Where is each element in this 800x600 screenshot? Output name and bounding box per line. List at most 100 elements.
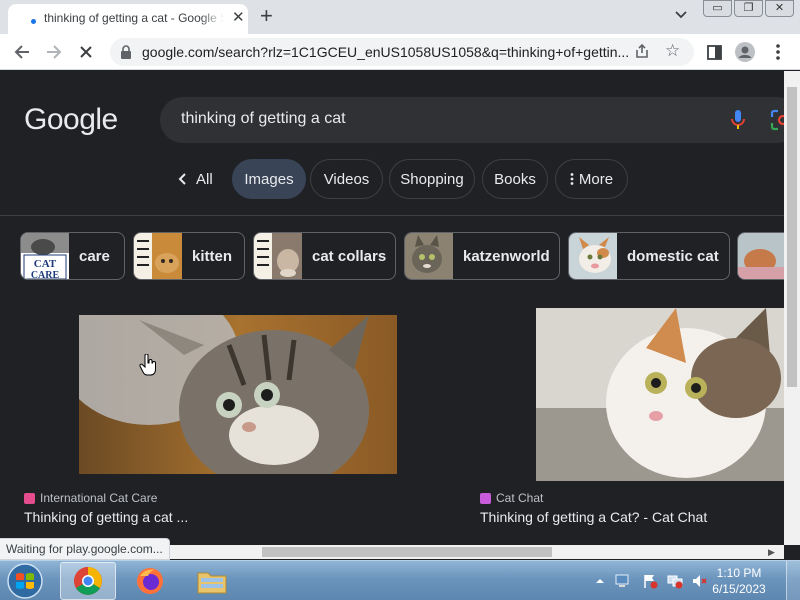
chrome-menu-button[interactable] xyxy=(768,42,788,62)
related-chip-care[interactable]: CAT CARE care xyxy=(20,232,125,280)
firefox-icon xyxy=(137,568,163,594)
tab-title: thinking of getting a cat - Google Searc… xyxy=(44,11,224,25)
tab-shopping-label: Shopping xyxy=(400,170,464,188)
flag-warning-icon xyxy=(644,575,658,589)
svg-text:CARE: CARE xyxy=(31,270,60,280)
stop-button[interactable] xyxy=(76,42,96,62)
kitten-thumbnail xyxy=(134,233,182,279)
hand-cursor-icon xyxy=(139,354,156,376)
tab-more-label: More xyxy=(578,170,614,188)
cat-thumbnail-partial xyxy=(738,233,784,279)
restore-button[interactable]: ❐ xyxy=(734,0,763,17)
google-logo[interactable]: Google xyxy=(24,103,118,137)
google-results-page: Google thinking of getting a cat All Ima… xyxy=(0,71,784,545)
result-source[interactable]: International Cat Care xyxy=(24,491,157,505)
search-input[interactable]: thinking of getting a cat xyxy=(181,110,346,128)
related-chip-kitten[interactable]: kitten xyxy=(133,232,245,280)
tab-images-label: Images xyxy=(244,170,294,188)
stop-x-icon xyxy=(80,46,92,58)
side-panel-icon xyxy=(706,44,722,60)
back-arrow-icon xyxy=(14,45,29,59)
folder-icon xyxy=(197,572,227,594)
cat-care-thumbnail: CAT CARE xyxy=(21,233,69,280)
tab-more[interactable]: More xyxy=(555,159,628,199)
lock-icon[interactable] xyxy=(120,45,132,59)
side-panel-button[interactable] xyxy=(704,42,724,62)
related-chip-label: domestic cat xyxy=(627,248,719,265)
katzenworld-thumbnail xyxy=(405,233,453,279)
triangle-up-icon xyxy=(596,579,604,583)
kebab-menu-icon xyxy=(776,44,780,60)
tray-action-center[interactable] xyxy=(642,573,658,589)
tab-all[interactable]: All xyxy=(172,159,219,199)
source-favicon-icon xyxy=(480,492,491,504)
related-chip-label: cat collars xyxy=(312,248,387,265)
url-text[interactable]: google.com/search?rlz=1C1GCEU_enUS1058US… xyxy=(142,44,642,60)
tab-videos[interactable]: Videos xyxy=(310,159,383,199)
taskbar-chrome[interactable] xyxy=(60,562,116,600)
tab-shopping[interactable]: Shopping xyxy=(389,159,475,199)
network-disconnected-icon xyxy=(667,575,683,589)
tab-close-icon[interactable]: ✕ xyxy=(232,10,245,26)
profile-avatar-icon xyxy=(735,42,755,62)
bookmark-star-icon[interactable]: ☆ xyxy=(665,41,680,61)
tab-books[interactable]: Books xyxy=(482,159,548,199)
network-monitor-icon xyxy=(615,574,629,587)
show-desktop-button[interactable] xyxy=(786,561,800,600)
vertical-scrollbar[interactable] xyxy=(784,71,800,545)
windows-taskbar: 1:10 PM 6/15/2023 xyxy=(0,560,800,600)
taskbar-file-explorer[interactable] xyxy=(184,562,240,600)
vertical-scrollbar-thumb[interactable] xyxy=(787,87,797,387)
browser-tab[interactable]: thinking of getting a cat - Google Searc… xyxy=(8,4,248,34)
search-type-nav: All Images Videos Shopping Books More xyxy=(0,159,784,199)
tray-network[interactable] xyxy=(667,573,683,589)
vertical-dots-icon xyxy=(570,173,574,185)
google-lens-icon[interactable] xyxy=(770,109,784,131)
tab-images[interactable]: Images xyxy=(232,159,306,199)
loading-spinner-icon xyxy=(31,19,36,24)
minimize-button[interactable]: ▭ xyxy=(703,0,732,17)
show-hidden-icons-button[interactable] xyxy=(592,573,608,589)
start-button-icon[interactable] xyxy=(2,562,48,600)
related-chip-katzenworld[interactable]: katzenworld xyxy=(404,232,560,280)
source-favicon-icon xyxy=(24,492,35,504)
microphone-icon[interactable] xyxy=(730,109,746,131)
forward-button[interactable] xyxy=(44,42,64,62)
address-bar[interactable]: google.com/search?rlz=1C1GCEU_enUS1058US… xyxy=(110,38,694,66)
related-chip-label: care xyxy=(79,248,110,265)
related-chip-cat-collars[interactable]: cat collars xyxy=(253,232,396,280)
clock-date: 6/15/2023 xyxy=(712,582,766,596)
tray-network-monitor[interactable] xyxy=(614,573,630,589)
new-tab-button[interactable]: + xyxy=(260,5,273,27)
status-bar: Waiting for play.google.com... xyxy=(0,538,170,560)
domestic-cat-thumbnail xyxy=(569,233,617,279)
result-source[interactable]: Cat Chat xyxy=(480,491,543,505)
header-divider xyxy=(0,215,784,216)
taskbar-firefox[interactable] xyxy=(122,562,178,600)
svg-text:CAT: CAT xyxy=(34,258,57,270)
result-source-name: Cat Chat xyxy=(496,491,544,505)
tab-search-icon[interactable] xyxy=(674,8,688,22)
close-window-button[interactable]: ✕ xyxy=(765,0,794,17)
result-image-kitten[interactable] xyxy=(79,315,397,474)
related-chip-partial[interactable] xyxy=(737,232,784,280)
chevron-left-icon xyxy=(178,173,186,185)
cat-collars-thumbnail xyxy=(254,233,302,279)
scroll-right-arrow-icon[interactable]: ▶ xyxy=(768,545,775,559)
result-image-cat[interactable] xyxy=(536,308,784,481)
result-title-link[interactable]: Thinking of getting a cat ... xyxy=(24,509,188,525)
profile-button[interactable] xyxy=(735,42,755,62)
tab-all-label: All xyxy=(196,170,213,188)
back-button[interactable] xyxy=(12,42,32,62)
tab-strip: thinking of getting a cat - Google Searc… xyxy=(0,0,800,34)
search-box[interactable]: thinking of getting a cat xyxy=(160,97,784,143)
result-title-link[interactable]: Thinking of getting a Cat? - Cat Chat xyxy=(480,509,707,525)
result-source-name: International Cat Care xyxy=(40,491,158,505)
related-chip-domestic-cat[interactable]: domestic cat xyxy=(568,232,730,280)
related-chip-label: katzenworld xyxy=(463,248,550,265)
window-controls: ▭ ❐ ✕ xyxy=(703,0,795,18)
horizontal-scrollbar-thumb[interactable] xyxy=(262,547,552,557)
browser-toolbar: google.com/search?rlz=1C1GCEU_enUS1058US… xyxy=(0,34,800,70)
taskbar-clock[interactable]: 1:10 PM 6/15/2023 xyxy=(704,565,774,597)
share-icon[interactable] xyxy=(634,43,650,59)
